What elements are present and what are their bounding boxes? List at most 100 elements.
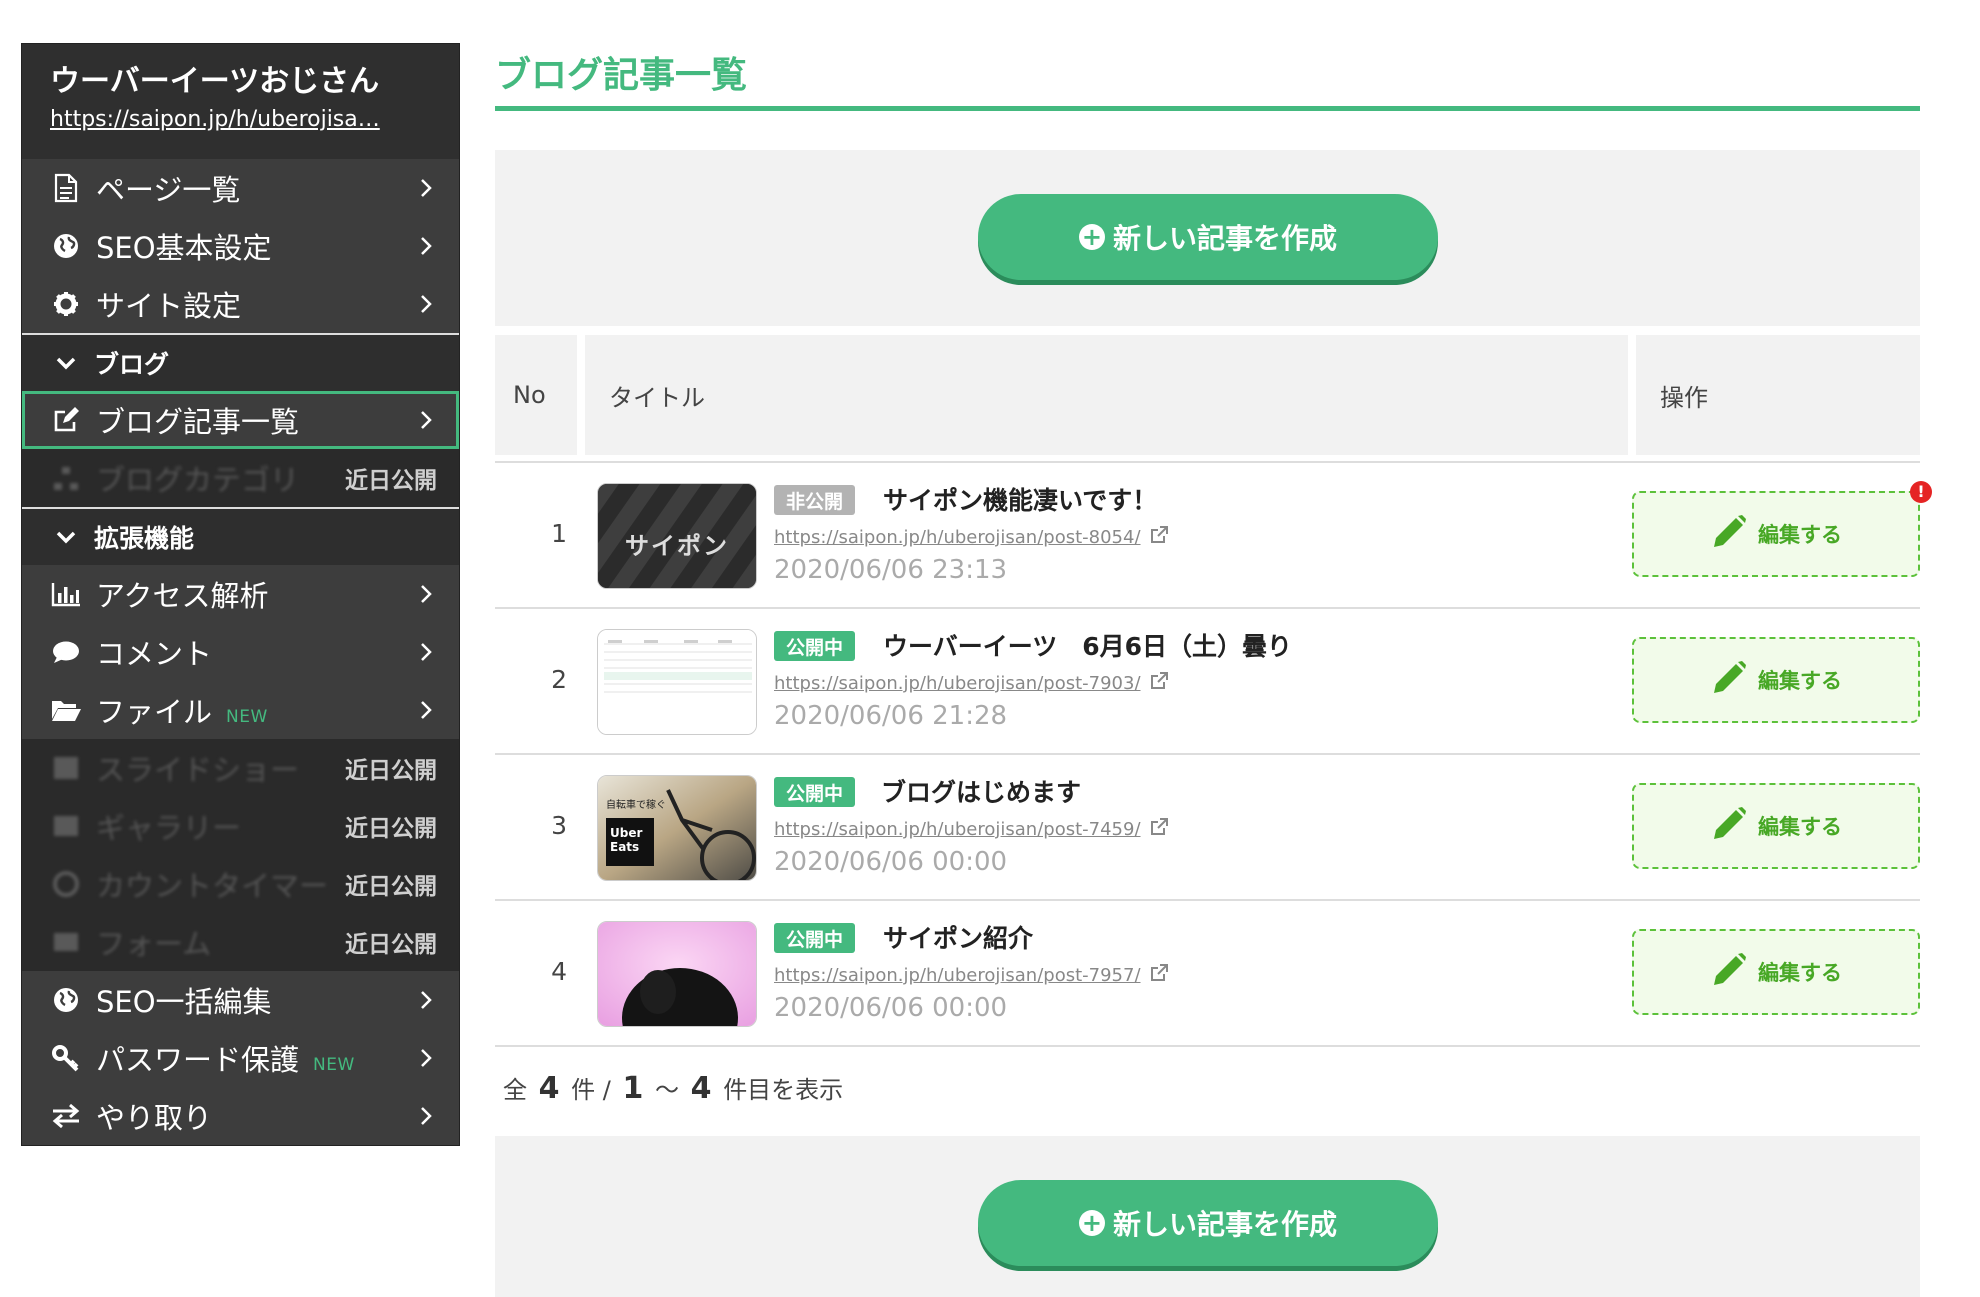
post-title-link[interactable]: ブログはじめます xyxy=(881,773,1081,809)
create-post-button-bottom[interactable]: + 新しい記事を作成 xyxy=(978,1180,1438,1266)
sidebar-item-analytics[interactable]: アクセス解析 xyxy=(22,565,459,623)
pencil-icon xyxy=(1710,513,1748,556)
sidebar-item-label: サイト設定 xyxy=(96,289,242,323)
external-link-icon xyxy=(1149,963,1169,988)
summary-prefix: 全 xyxy=(503,1076,527,1104)
edit-post-button[interactable]: 編集する xyxy=(1632,491,1920,577)
summary-to: 4 xyxy=(690,1071,712,1106)
edit-post-button[interactable]: 編集する xyxy=(1632,637,1920,723)
post-url-text: https://saipon.jp/h/uberojisan/post-7903… xyxy=(774,673,1141,694)
post-date: 2020/06/06 00:00 xyxy=(774,847,1008,877)
edit-label: 編集する xyxy=(1758,961,1842,985)
post-thumbnail[interactable]: 自転車で稼ぐ Uber Eats xyxy=(597,775,757,881)
sidebar-item-count-timer: カウントタイマー 近日公開 xyxy=(22,855,459,913)
sidebar-item-pages[interactable]: ページ一覧 xyxy=(22,159,459,217)
site-name: ウーバーイーツおじさん xyxy=(50,64,380,99)
globe-icon xyxy=(50,984,82,1016)
post-thumbnail[interactable] xyxy=(597,629,757,735)
sidebar-section-blog[interactable]: ブログ xyxy=(22,333,459,391)
chevron-right-icon xyxy=(415,694,437,726)
plus-circle-icon: + xyxy=(1078,224,1105,250)
pencil-icon xyxy=(1710,951,1748,994)
create-panel-bottom: + 新しい記事を作成 xyxy=(495,1136,1920,1297)
sidebar-item-label: SEO基本設定 xyxy=(96,231,272,265)
key-icon xyxy=(50,1042,82,1074)
sidebar-item-comments[interactable]: コメント xyxy=(22,623,459,681)
image-icon xyxy=(50,810,82,842)
sidebar-item-label: パスワード保護 NEW xyxy=(96,1037,415,1079)
section-label: ブログ xyxy=(94,350,170,379)
thumbnail-text: サイポン xyxy=(625,532,729,560)
table-row: 1 サイポン 非公開 サイポン機能凄いです！ https://saipon.jp… xyxy=(495,463,1932,609)
sidebar-item-files[interactable]: ファイル NEW xyxy=(22,681,459,739)
table-row: 4 公開中 サイポン紹介 https://saipon.jp/h/uberoji… xyxy=(495,901,1920,1047)
sidebar-item-site-settings[interactable]: サイト設定 xyxy=(22,275,459,333)
chevron-right-icon xyxy=(415,288,437,320)
post-url-text: https://saipon.jp/h/uberojisan/post-7957… xyxy=(774,965,1141,986)
sidebar-item-label: ファイル NEW xyxy=(96,689,415,731)
column-header-title: タイトル xyxy=(585,335,1628,455)
post-title-link[interactable]: ウーバーイーツ 6月6日（土）曇り xyxy=(883,627,1292,663)
external-link-icon xyxy=(1149,671,1169,696)
edit-post-button[interactable]: 編集する xyxy=(1632,929,1920,1015)
edit-post-button[interactable]: 編集する xyxy=(1632,783,1920,869)
sidebar-item-label: ブログカテゴリ xyxy=(96,463,300,497)
alert-icon: ! xyxy=(1910,481,1932,503)
document-icon xyxy=(50,172,82,204)
chevron-down-icon xyxy=(50,529,82,545)
chevron-right-icon xyxy=(415,636,437,668)
sidebar: ウーバーイーツおじさん https://saipon.jp/h/uberojis… xyxy=(21,43,460,1146)
post-url-text: https://saipon.jp/h/uberojisan/post-7459… xyxy=(774,819,1141,840)
result-summary: 全 4 件 / 1 ～ 4 件目を表示 xyxy=(503,1070,843,1106)
globe-icon xyxy=(50,230,82,262)
post-title-link[interactable]: サイポン紹介 xyxy=(883,919,1033,955)
coming-soon-badge: 近日公開 xyxy=(345,758,437,784)
sidebar-item-exchange[interactable]: やり取り xyxy=(22,1087,459,1145)
site-url-link[interactable]: https://saipon.jp/h/uberojisa… xyxy=(50,102,422,138)
sidebar-item-label: カウントタイマー xyxy=(96,869,329,903)
sidebar-item-label: SEO一括編集 xyxy=(96,985,272,1019)
row-number: 3 xyxy=(551,811,567,840)
chevron-right-icon xyxy=(415,1042,437,1074)
chevron-right-icon xyxy=(415,578,437,610)
edit-label: 編集する xyxy=(1758,523,1842,547)
pencil-icon xyxy=(1710,659,1748,702)
sidebar-item-password[interactable]: パスワード保護 NEW xyxy=(22,1029,459,1087)
post-date: 2020/06/06 21:28 xyxy=(774,701,1008,731)
post-url-link[interactable]: https://saipon.jp/h/uberojisan/post-7957… xyxy=(774,963,1169,988)
post-url-link[interactable]: https://saipon.jp/h/uberojisan/post-8054… xyxy=(774,525,1169,550)
sidebar-item-label: ページ一覧 xyxy=(96,173,241,207)
create-post-label: 新しい記事を作成 xyxy=(1112,222,1337,255)
sidebar-item-label: ブログ記事一覧 xyxy=(96,405,300,439)
film-icon xyxy=(50,752,82,784)
post-url-link[interactable]: https://saipon.jp/h/uberojisan/post-7459… xyxy=(774,817,1169,842)
sidebar-section-extensions[interactable]: 拡張機能 xyxy=(22,507,459,565)
external-link-icon xyxy=(1149,817,1169,842)
title-underline xyxy=(495,106,1920,111)
post-thumbnail[interactable]: サイポン xyxy=(597,483,757,589)
chevron-right-icon xyxy=(415,1100,437,1132)
create-panel-top: + 新しい記事を作成 xyxy=(495,150,1920,326)
sidebar-item-blog-posts[interactable]: ブログ記事一覧 xyxy=(22,391,459,449)
coming-soon-badge: 近日公開 xyxy=(345,874,437,900)
summary-suffix: 件目を表示 xyxy=(723,1076,844,1104)
edit-label: 編集する xyxy=(1758,669,1842,693)
uber-eats-logo: Uber Eats xyxy=(610,826,643,854)
sidebar-item-seo-bulk[interactable]: SEO一括編集 xyxy=(22,971,459,1029)
post-url-link[interactable]: https://saipon.jp/h/uberojisan/post-7903… xyxy=(774,671,1169,696)
sidebar-item-label: コメント xyxy=(96,637,213,671)
create-post-button[interactable]: + 新しい記事を作成 xyxy=(978,194,1438,280)
post-url-text: https://saipon.jp/h/uberojisan/post-8054… xyxy=(774,527,1141,548)
sidebar-item-label: ギャラリー xyxy=(96,811,242,845)
sidebar-item-blog-category: ブログカテゴリ 近日公開 xyxy=(22,449,459,507)
post-thumbnail[interactable] xyxy=(597,921,757,1027)
sidebar-item-seo-basic[interactable]: SEO基本設定 xyxy=(22,217,459,275)
status-badge: 公開中 xyxy=(774,777,856,807)
sidebar-item-form: フォーム 近日公開 xyxy=(22,913,459,971)
chevron-right-icon xyxy=(415,404,437,436)
post-title-link[interactable]: サイポン機能凄いです！ xyxy=(883,481,1157,517)
edit-icon xyxy=(50,404,82,436)
post-date: 2020/06/06 00:00 xyxy=(774,993,1008,1023)
new-badge: NEW xyxy=(313,1055,355,1075)
summary-mid: 件 / xyxy=(571,1076,611,1104)
